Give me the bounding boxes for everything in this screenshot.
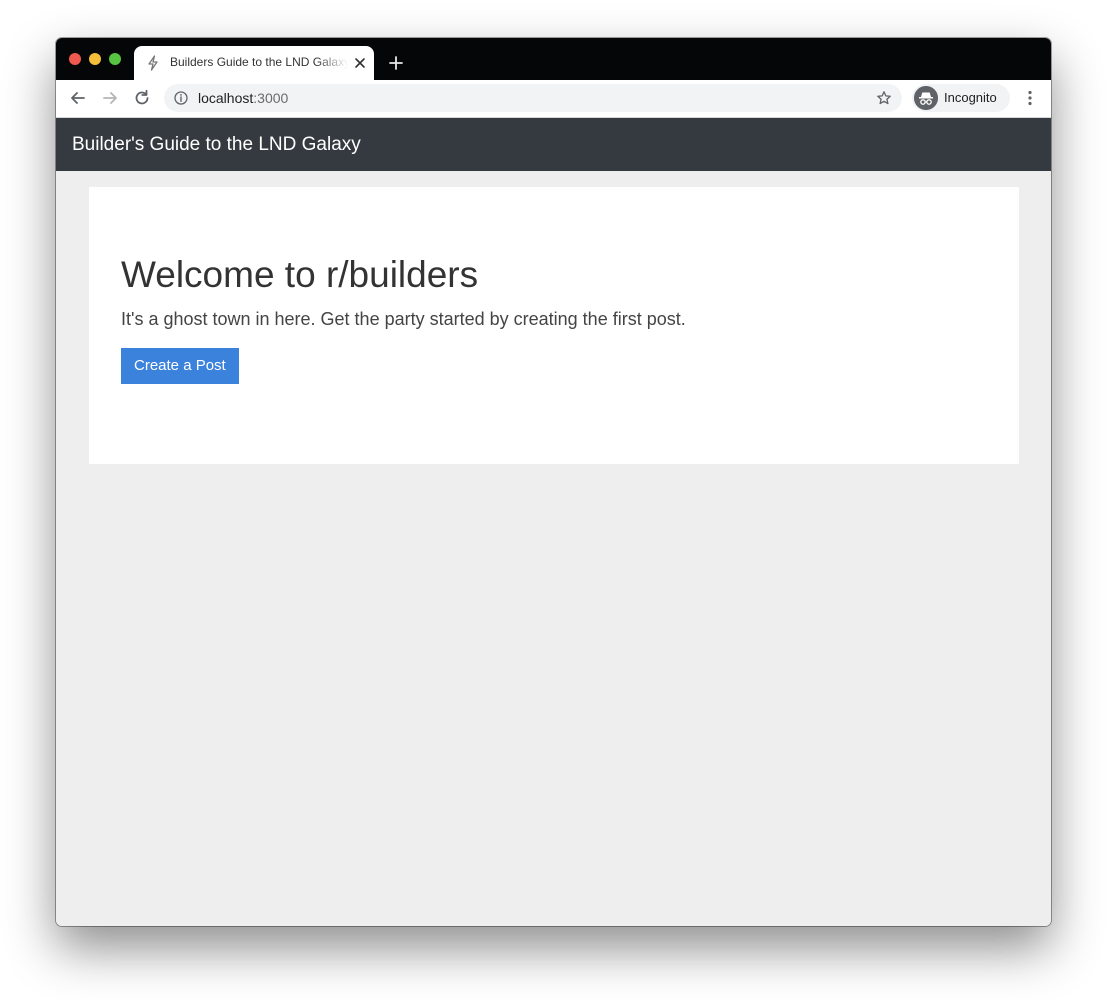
maximize-window-button[interactable]	[109, 53, 121, 65]
address-bar[interactable]: localhost:3000	[164, 84, 902, 112]
close-window-button[interactable]	[69, 53, 81, 65]
site-navbar: Builder's Guide to the LND Galaxy	[56, 118, 1051, 171]
minimize-window-button[interactable]	[89, 53, 101, 65]
tab-strip: Builders Guide to the LND Galaxy	[56, 38, 1051, 80]
more-menu-icon[interactable]	[1020, 88, 1040, 108]
url-port: :3000	[253, 90, 289, 106]
close-tab-icon[interactable]	[353, 56, 367, 70]
url-host: localhost	[198, 90, 254, 106]
info-icon[interactable]	[174, 91, 188, 105]
lead-text: It's a ghost town in here. Get the party…	[121, 309, 686, 329]
create-post-button[interactable]: Create a Post	[121, 348, 239, 384]
url-text: localhost:3000	[198, 90, 288, 106]
new-tab-icon[interactable]	[387, 54, 405, 72]
back-icon[interactable]	[68, 88, 88, 108]
browser-window: Builders Guide to the LND Galaxy localho…	[56, 38, 1051, 926]
lightning-icon	[148, 55, 158, 71]
profile-chip[interactable]: Incognito	[912, 84, 1010, 112]
navbar-brand[interactable]: Builder's Guide to the LND Galaxy	[72, 134, 361, 156]
browser-tab[interactable]: Builders Guide to the LND Galaxy	[134, 46, 374, 80]
welcome-jumbotron: Welcome to r/builders It's a ghost town …	[89, 187, 1019, 464]
forward-icon[interactable]	[100, 88, 120, 108]
incognito-icon	[914, 86, 938, 110]
page-title: Welcome to r/builders	[121, 254, 479, 295]
browser-toolbar: localhost:3000 Incognito	[56, 80, 1051, 118]
tab-title: Builders Guide to the LND Galaxy	[170, 55, 348, 69]
profile-label: Incognito	[944, 90, 997, 105]
reload-icon[interactable]	[132, 88, 152, 108]
page-content: Welcome to r/builders It's a ghost town …	[56, 171, 1051, 926]
bookmark-star-icon[interactable]	[876, 90, 892, 106]
